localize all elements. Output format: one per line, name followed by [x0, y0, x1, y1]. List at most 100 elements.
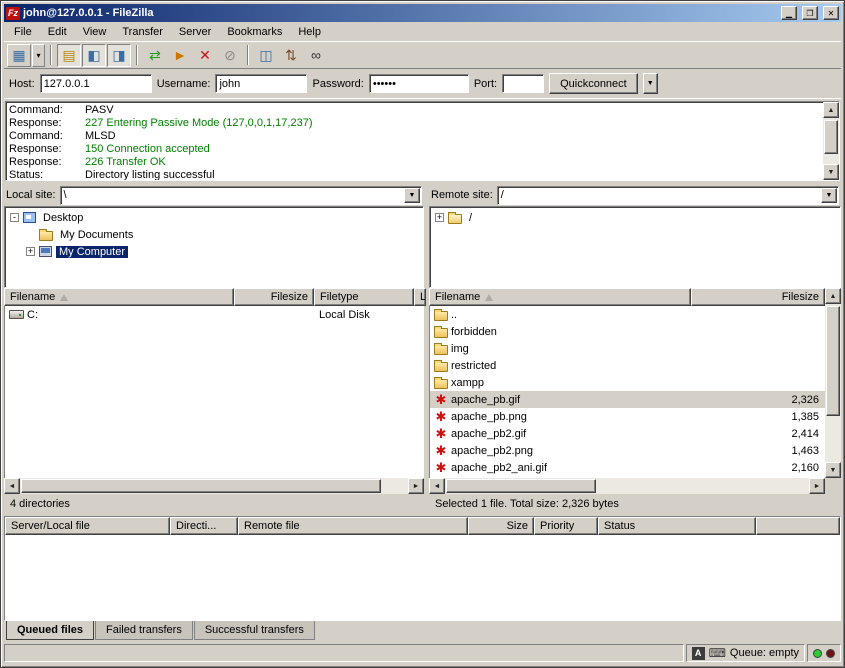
remote-vscrollbar[interactable]: ▲ ▼: [825, 288, 841, 478]
quickconnect-dropdown-button[interactable]: ▼: [643, 73, 658, 94]
scroll-right-button[interactable]: ►: [809, 478, 825, 494]
list-item-selected[interactable]: apache_pb.gif2,326: [430, 391, 825, 408]
list-item[interactable]: ..: [430, 306, 825, 323]
scrollbar-thumb[interactable]: [446, 479, 596, 493]
list-item[interactable]: apache_pb2.gif2,414: [430, 425, 825, 442]
folder-icon: [39, 231, 53, 241]
scrollbar-thumb[interactable]: [824, 120, 838, 154]
column-header-filesize[interactable]: Filesize: [234, 288, 314, 306]
queue-body: [5, 535, 840, 620]
tree-expand-icon[interactable]: +: [435, 213, 444, 222]
remote-tree-toggle-button[interactable]: ◨: [107, 44, 131, 67]
remote-tree: + /: [429, 206, 841, 288]
menu-item-bookmarks[interactable]: Bookmarks: [219, 23, 290, 41]
sync-browsing-button[interactable]: ⇅: [279, 44, 303, 67]
minimize-button[interactable]: ▁: [781, 6, 797, 20]
scroll-left-button[interactable]: ◄: [429, 478, 445, 494]
image-file-icon: [434, 461, 448, 474]
tree-item-root[interactable]: + /: [431, 209, 839, 226]
quickconnect-bar: Host: Username: Password: Port: Quickcon…: [4, 69, 841, 99]
username-input[interactable]: [215, 74, 307, 93]
log-line: Response:226 Transfer OK: [9, 156, 820, 169]
close-button[interactable]: ✕: [823, 6, 839, 20]
scroll-left-button[interactable]: ◄: [4, 478, 20, 494]
menu-item-file[interactable]: File: [6, 23, 40, 41]
tree-item-my-computer[interactable]: + My Computer: [6, 243, 422, 260]
message-log-toggle-button[interactable]: ▤: [57, 44, 81, 67]
list-item[interactable]: apache_pb2_ani.gif2,160: [430, 459, 825, 476]
directory-compare-button[interactable]: ◫: [254, 44, 278, 67]
scroll-down-button[interactable]: ▼: [825, 462, 841, 478]
column-header-size[interactable]: Size: [468, 517, 534, 535]
menu-item-help[interactable]: Help: [290, 23, 329, 41]
computer-icon: [39, 246, 52, 257]
list-item[interactable]: restricted: [430, 357, 825, 374]
disconnect-button[interactable]: ⊘: [218, 44, 242, 67]
log-line: Response:150 Connection accepted: [9, 143, 820, 156]
local-site-head: Local site: \ ▼: [4, 184, 424, 206]
maximize-button[interactable]: ❐: [802, 6, 818, 20]
tree-item-my-documents[interactable]: My Documents: [6, 226, 422, 243]
scroll-up-button[interactable]: ▲: [825, 288, 841, 304]
host-input[interactable]: [40, 74, 152, 93]
list-item[interactable]: xampp: [430, 374, 825, 391]
statusbar-queue-panel: A ⌨ Queue: empty: [686, 644, 805, 662]
log-scrollbar[interactable]: ▲ ▼: [823, 102, 839, 180]
local-hscrollbar[interactable]: ◄ ►: [4, 478, 424, 494]
list-item[interactable]: img: [430, 340, 825, 357]
scrollbar-thumb[interactable]: [826, 306, 840, 416]
tree-item-desktop[interactable]: - Desktop: [6, 209, 422, 226]
tab-queued-files[interactable]: Queued files: [6, 621, 94, 640]
chevron-down-icon[interactable]: ▼: [821, 188, 837, 203]
menu-item-server[interactable]: Server: [171, 23, 219, 41]
scroll-right-button[interactable]: ►: [408, 478, 424, 494]
remote-site-combobox[interactable]: / ▼: [497, 186, 839, 205]
remote-hscrollbar[interactable]: ◄ ►: [429, 478, 825, 494]
chevron-down-icon: ▼: [647, 80, 654, 87]
port-input[interactable]: [502, 74, 544, 93]
refresh-button[interactable]: ⇄: [143, 44, 167, 67]
list-item[interactable]: apache_pb2.png1,463: [430, 442, 825, 459]
tree-expand-icon[interactable]: +: [26, 247, 35, 256]
local-tree-toggle-button[interactable]: ◧: [82, 44, 106, 67]
list-item[interactable]: C: Local Disk: [5, 306, 424, 323]
local-site-combobox[interactable]: \ ▼: [60, 186, 422, 205]
column-header-filename[interactable]: Filename: [429, 288, 691, 306]
column-header-server-local-file[interactable]: Server/Local file: [5, 517, 170, 535]
column-header-remote-file[interactable]: Remote file: [238, 517, 468, 535]
menu-item-view[interactable]: View: [75, 23, 115, 41]
toolbar-separator: [50, 45, 52, 65]
cancel-icon: ✕: [199, 47, 211, 64]
list-item[interactable]: forbidden: [430, 323, 825, 340]
chevron-down-icon[interactable]: ▼: [404, 188, 420, 203]
password-label: Password:: [312, 78, 363, 90]
local-status-text: 4 directories: [4, 498, 424, 510]
scroll-up-button[interactable]: ▲: [823, 102, 839, 118]
tab-successful-transfers[interactable]: Successful transfers: [194, 621, 315, 640]
image-file-icon: [434, 444, 448, 457]
column-header-filetype[interactable]: Filetype: [314, 288, 414, 306]
list-item[interactable]: apache_pb.png1,385: [430, 408, 825, 425]
site-manager-button[interactable]: ▦: [7, 44, 31, 67]
cancel-button[interactable]: ✕: [193, 44, 217, 67]
column-header-filename[interactable]: Filename: [4, 288, 234, 306]
menu-item-edit[interactable]: Edit: [40, 23, 75, 41]
column-header-priority[interactable]: Priority: [534, 517, 598, 535]
password-input[interactable]: [369, 74, 469, 93]
tab-failed-transfers[interactable]: Failed transfers: [95, 621, 193, 640]
menu-item-transfer[interactable]: Transfer: [114, 23, 171, 41]
process-queue-button[interactable]: ►: [168, 44, 192, 67]
window-title: john@127.0.0.1 - FileZilla: [23, 7, 776, 19]
log-line: Command:MLSD: [9, 130, 820, 143]
scroll-down-button[interactable]: ▼: [823, 164, 839, 180]
scrollbar-thumb[interactable]: [21, 479, 381, 493]
find-files-button[interactable]: ∞: [304, 44, 328, 67]
tree-collapse-icon[interactable]: -: [10, 213, 19, 222]
statusbar-message-panel: [4, 644, 684, 662]
quickconnect-button[interactable]: Quickconnect: [549, 73, 638, 94]
site-manager-dropdown-button[interactable]: ▾: [32, 44, 45, 67]
column-header-filesize[interactable]: Filesize: [691, 288, 825, 306]
binoculars-icon: ∞: [311, 47, 321, 63]
column-header-direction[interactable]: Directi...: [170, 517, 238, 535]
column-header-status[interactable]: Status: [598, 517, 756, 535]
